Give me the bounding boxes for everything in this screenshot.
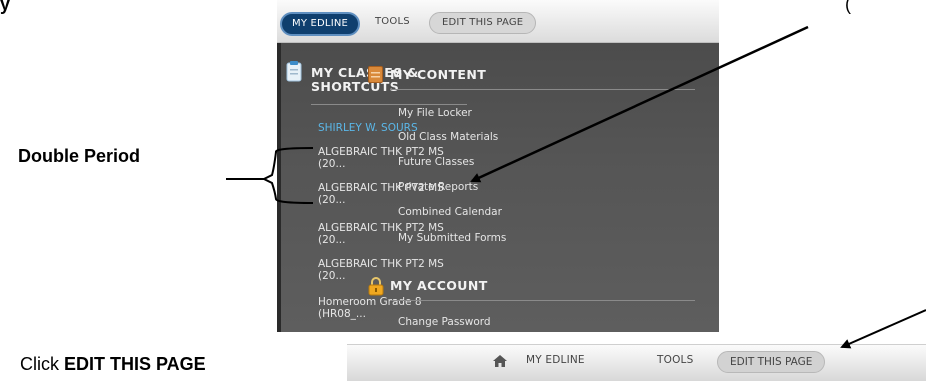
- edline-menu-screenshot: MY EDLINE TOOLS EDIT THIS PAGE MY CLASSE…: [277, 0, 719, 332]
- edit-this-page-button[interactable]: EDIT THIS PAGE: [717, 351, 826, 373]
- tools-tab[interactable]: TOOLS: [365, 12, 420, 32]
- annotation-top-left: y: [0, 0, 11, 14]
- my-content-title: MY CONTENT: [390, 67, 487, 82]
- click-instruction-target: EDIT THIS PAGE: [64, 354, 206, 374]
- double-period-label: Double Period: [18, 146, 141, 166]
- arrow-to-edit-button: [840, 309, 926, 349]
- class-link-code: (20...: [318, 194, 346, 206]
- document-icon: [286, 61, 302, 82]
- my-content-divider: [390, 89, 695, 90]
- edit-this-page-button[interactable]: EDIT THIS PAGE: [429, 12, 537, 34]
- content-link[interactable]: My File Locker: [398, 107, 472, 119]
- click-instruction: Click EDIT THIS PAGE: [20, 354, 206, 375]
- annotation-top-right: (: [845, 0, 851, 14]
- click-instruction-prefix: Click: [20, 354, 64, 374]
- lock-icon: [368, 277, 384, 296]
- content-link[interactable]: Private Reports: [398, 181, 478, 193]
- tools-link[interactable]: TOOLS: [657, 354, 693, 366]
- my-edline-tab[interactable]: MY EDLINE: [280, 12, 361, 36]
- panel-left-edge: [277, 43, 281, 332]
- class-link-title: ALGEBRAIC THK PT2 MS: [318, 258, 444, 270]
- folder-icon: [368, 66, 383, 83]
- content-link[interactable]: Old Class Materials: [398, 131, 498, 143]
- my-edline-link[interactable]: MY EDLINE: [526, 354, 585, 366]
- content-link[interactable]: Combined Calendar: [398, 206, 502, 218]
- content-link[interactable]: Future Classes: [398, 156, 474, 168]
- my-account-divider: [390, 300, 695, 301]
- change-password-link[interactable]: Change Password: [398, 316, 491, 328]
- top-nav-bar: MY EDLINE TOOLS EDIT THIS PAGE: [277, 0, 719, 43]
- my-account-title: MY ACCOUNT: [390, 278, 488, 293]
- content-link[interactable]: My Submitted Forms: [398, 232, 506, 244]
- my-classes-title-line2: SHORTCUTS: [311, 79, 400, 94]
- edline-topbar-screenshot: MY EDLINE TOOLS EDIT THIS PAGE: [347, 344, 926, 381]
- class-link-title: Homeroom Grade 8: [318, 296, 422, 308]
- my-classes-divider: [311, 104, 467, 105]
- home-icon[interactable]: [493, 355, 507, 367]
